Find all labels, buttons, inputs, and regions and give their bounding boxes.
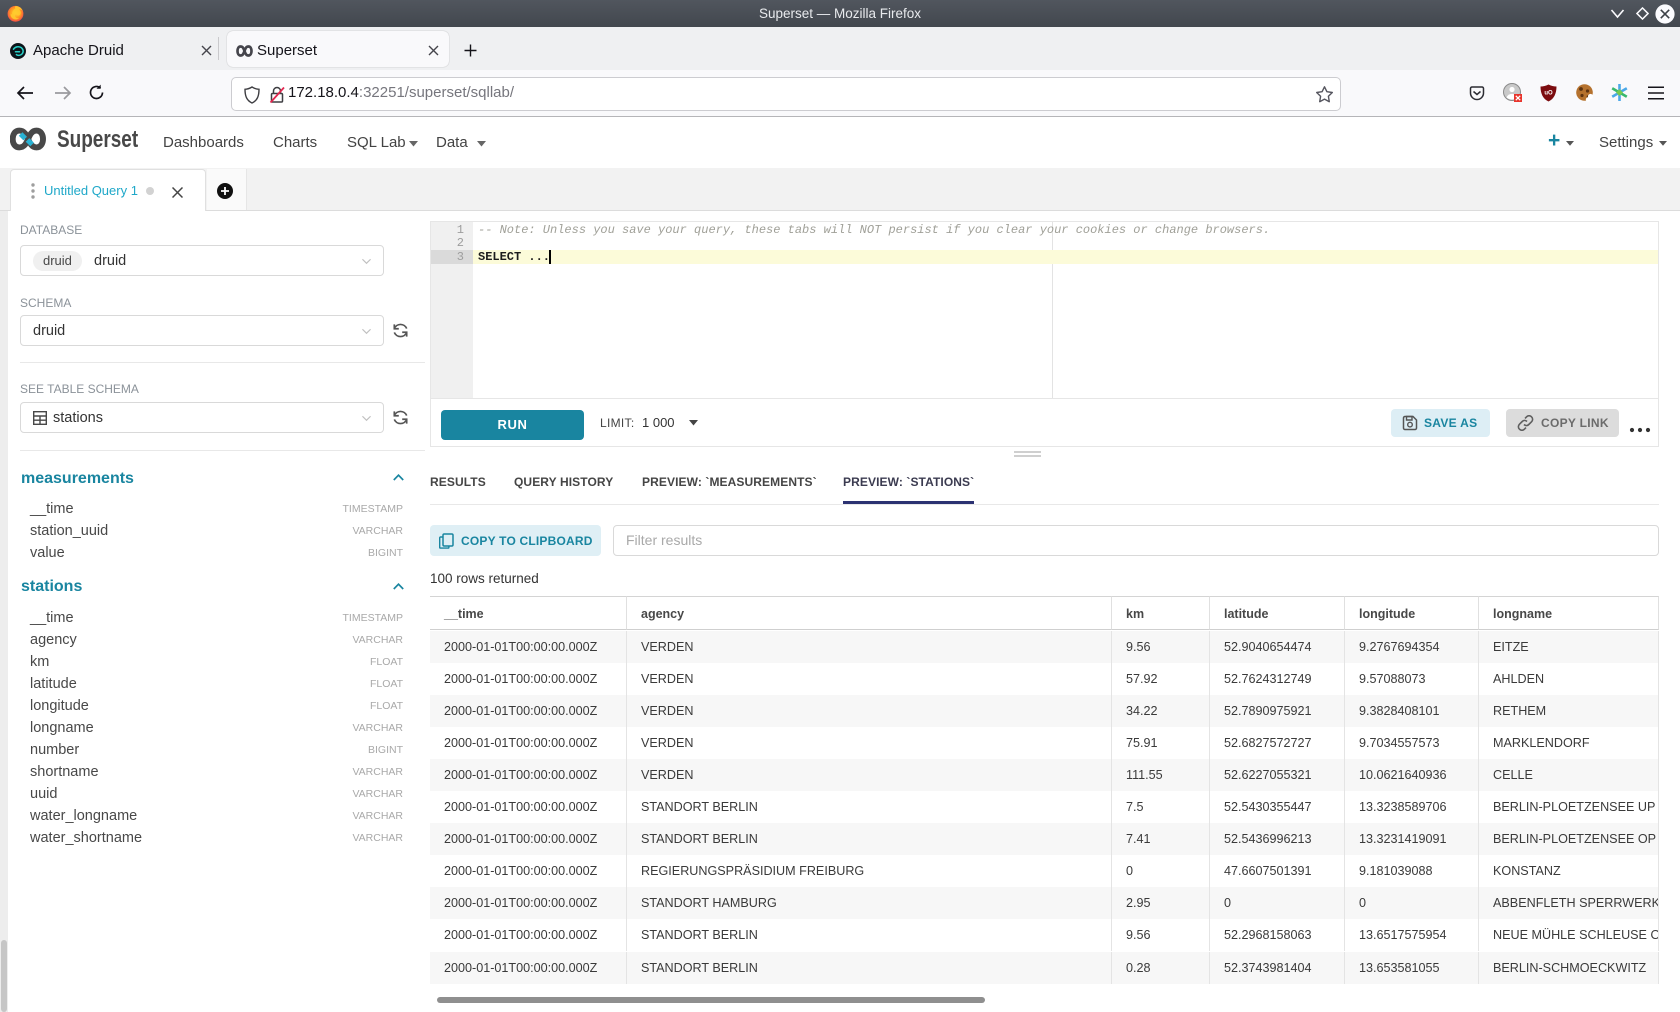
svg-text:uO: uO xyxy=(1544,91,1553,97)
